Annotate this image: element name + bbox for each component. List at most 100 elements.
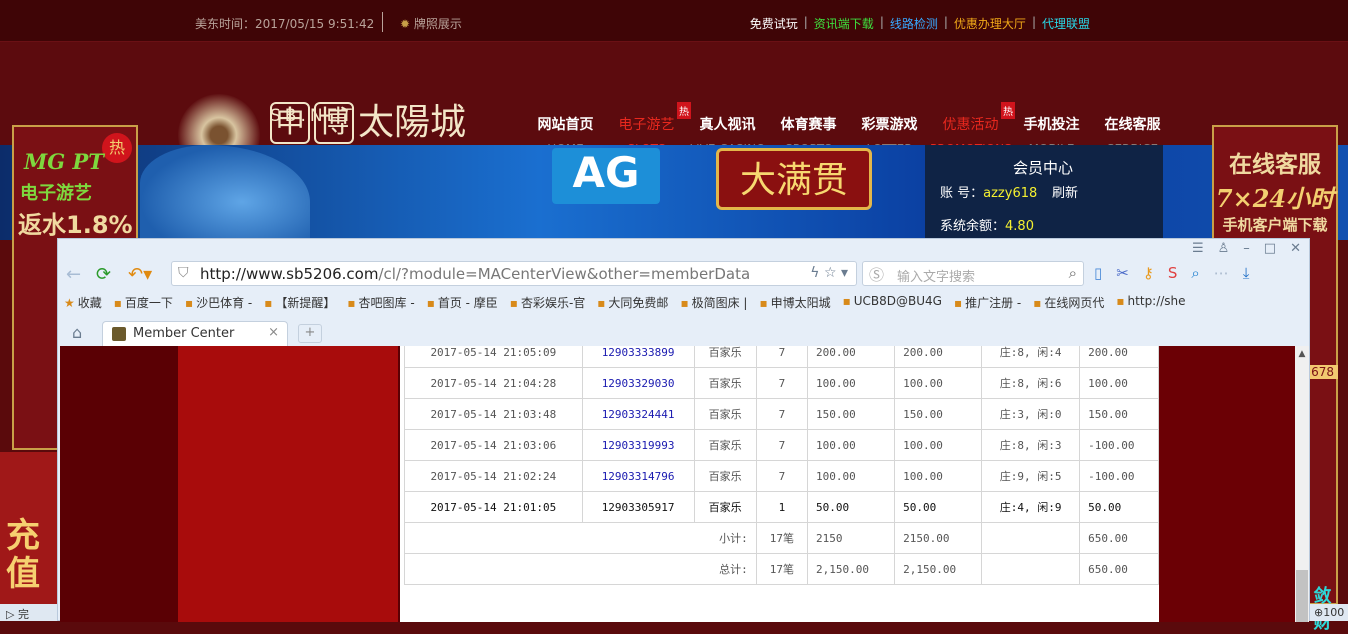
table-cell: -100.00	[1079, 460, 1159, 492]
shark-image	[140, 145, 310, 240]
bet-id-link[interactable]: 12903319993	[581, 429, 695, 461]
bag-icon[interactable]: S	[1168, 264, 1178, 282]
total-row: 总计: 17笔 2,150.00 2,150.00 650.00	[404, 553, 1159, 585]
tab-member-center[interactable]: Member Center ×	[102, 321, 288, 346]
bet-id-link[interactable]: 12903324441	[581, 398, 695, 430]
refresh-link[interactable]: 刷新	[1052, 182, 1078, 201]
bet-id-link[interactable]: 12903333899	[581, 346, 695, 368]
scroll-thumb[interactable]	[1296, 570, 1308, 622]
recharge-ad[interactable]: 充值	[0, 452, 57, 604]
bookmark-icon: ▪	[842, 294, 851, 308]
bookmark-item[interactable]: ▪ 【新提醒】	[264, 294, 335, 311]
table-cell: -100.00	[1079, 429, 1159, 461]
skin-icon[interactable]: ♙	[1218, 241, 1230, 256]
top-link[interactable]: 免费试玩	[750, 15, 798, 32]
minimize-button[interactable]: –	[1243, 241, 1250, 256]
zoom-control[interactable]: ⊕100	[1310, 604, 1348, 621]
nav-label-cn: 手机投注	[1023, 117, 1080, 133]
new-tab-button[interactable]: +	[298, 324, 322, 343]
bookmark-item[interactable]: ▪ 百度一下	[114, 294, 173, 311]
scrollbar[interactable]: ▲	[1295, 346, 1309, 622]
bookmark-item[interactable]: ▪ 在线网页代	[1033, 294, 1104, 311]
bookmark-icon: ▪	[264, 296, 273, 310]
url-input[interactable]: ⛉ http://www.sb5206.com/cl/?module=MACen…	[171, 261, 857, 286]
top-link[interactable]: 资讯端下载	[814, 15, 874, 32]
close-button[interactable]: ✕	[1290, 241, 1301, 256]
table-cell: 2017-05-14 21:04:28	[404, 367, 583, 399]
bookmark-item[interactable]: ▪ 首页 - 摩臣	[427, 294, 498, 311]
home-icon[interactable]: ⌂	[72, 323, 82, 342]
bookmark-icon: ▪	[1033, 296, 1042, 310]
scissors-icon[interactable]: ✂	[1116, 264, 1129, 282]
search-input[interactable]: Ⓢ 输入文字搜索 ⌕	[862, 261, 1084, 286]
member-center-panel: 会员中心 账 号：azzy618 刷新 系统余额：4.80	[925, 145, 1163, 240]
bookmark-item[interactable]: ▪ 极简图床 |	[680, 294, 747, 311]
us-east-time: 美东时间：2017/05/15 9:51:42	[195, 17, 375, 31]
window-controls: ☰ ♙ – □ ✕	[1192, 241, 1301, 256]
bookmark-label: 推广注册 -	[965, 296, 1022, 310]
table-cell: 150.00	[807, 398, 896, 430]
bookmark-item[interactable]: ★ 收藏	[64, 294, 102, 311]
close-tab-icon[interactable]: ×	[268, 325, 279, 340]
table-cell: 2017-05-14 21:03:48	[404, 398, 583, 430]
bookmark-item[interactable]: ▪ 推广注册 -	[954, 294, 1021, 311]
table-cell: 百家乐	[693, 398, 757, 430]
ag-logo: AG	[552, 148, 660, 204]
bookmark-item[interactable]: ▪ http://she	[1116, 294, 1185, 311]
bet-records-table: 2017-05-14 21:05:09 12903333899 百家乐 7 200.00…	[404, 346, 1159, 585]
nav-label-cn: 真人视讯	[699, 117, 756, 133]
tab-strip: ⌂ Member Center × +	[58, 319, 1309, 346]
ad-line: 电子游艺	[20, 183, 92, 204]
bookmark-item[interactable]: ▪ 大同免费邮	[597, 294, 668, 311]
top-link[interactable]: 代理联盟	[1042, 15, 1090, 32]
top-link[interactable]: 优惠办理大厅	[954, 15, 1026, 32]
bookmark-item[interactable]: ▪ 杏吧图库 -	[347, 294, 414, 311]
table-cell: 2017-05-14 21:01:05	[404, 491, 583, 523]
table-cell: 200.00	[1079, 346, 1159, 368]
bet-id-link[interactable]: 12903314796	[581, 460, 695, 492]
bookmark-item[interactable]: ▪ 沙巴体育 -	[185, 294, 252, 311]
more-icon[interactable]: ⋯	[1214, 264, 1229, 282]
shield-icon: ⛉	[178, 265, 189, 281]
right-panel	[1159, 346, 1296, 622]
bookmark-icon: ▪	[597, 296, 606, 310]
browser-window: ☰ ♙ – □ ✕ ← ⟳ ↶▾ ⛉ http://www.sb5206.com/cl/…	[57, 238, 1310, 622]
scroll-up-icon[interactable]: ▲	[1295, 349, 1309, 359]
table-cell: 2017-05-14 21:03:06	[404, 429, 583, 461]
download-icon[interactable]: ⤓	[1243, 264, 1250, 282]
bet-id-link[interactable]: 12903305917	[581, 491, 695, 523]
license-link[interactable]: ✹ 牌照展示	[400, 15, 462, 32]
top-link[interactable]: 线路检测	[890, 15, 938, 32]
license-label: 牌照展示	[413, 17, 462, 31]
phone-icon[interactable]: ▯	[1094, 264, 1102, 282]
star-icon[interactable]: ☆	[824, 265, 837, 281]
lightning-icon[interactable]: ϟ	[810, 265, 819, 281]
maximize-button[interactable]: □	[1264, 241, 1276, 256]
table-cell: 100.00	[807, 429, 896, 461]
table-cell: 百家乐	[693, 346, 757, 368]
dropdown-icon[interactable]: ▾	[841, 265, 848, 281]
bookmark-icon: ▪	[426, 296, 435, 310]
refresh-icon[interactable]: ⟳	[96, 264, 111, 285]
zoom-search-icon[interactable]: ⌕	[1191, 264, 1199, 282]
table-cell: 100.00	[894, 460, 983, 492]
bookmark-item[interactable]: ▪ 杏彩娱乐-官	[510, 294, 585, 311]
bookmark-label: 收藏	[77, 296, 102, 310]
nav-label-cn: 网站首页	[537, 117, 594, 133]
back-icon[interactable]: ←	[66, 264, 81, 285]
table-cell: 7	[755, 346, 809, 368]
top-links: 免费试玩 | 资讯端下载 | 线路检测 | 优惠办理大厅 | 代理联盟	[750, 15, 1090, 32]
account-info: 账 号：azzy618	[940, 182, 1037, 201]
bookmark-item[interactable]: ▪ 申博太阳城	[759, 294, 830, 311]
bookmark-item[interactable]: ▪ UCB8D@BU4G	[843, 294, 942, 311]
ad-line: 返水1.8%	[18, 211, 133, 239]
ad-line: 在线客服	[1229, 152, 1321, 178]
bookmark-label: UCB8D@BU4G	[853, 294, 942, 308]
menu-icon[interactable]: ☰	[1192, 241, 1204, 256]
search-icon[interactable]: ⌕	[1069, 264, 1077, 282]
table-row: 2017-05-14 21:05:09 12903333899 百家乐 7 200.00…	[404, 346, 1159, 368]
member-center-title: 会员中心	[1013, 159, 1074, 177]
undo-icon[interactable]: ↶▾	[128, 264, 152, 285]
bet-id-link[interactable]: 12903329030	[581, 367, 695, 399]
key-icon[interactable]: ⚷	[1143, 264, 1154, 282]
